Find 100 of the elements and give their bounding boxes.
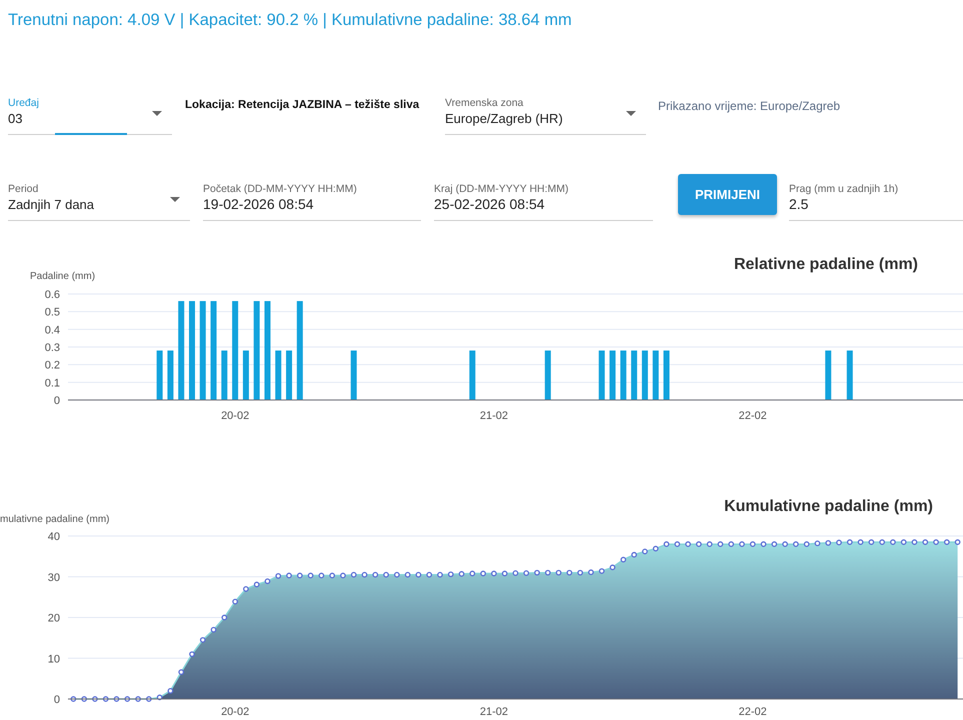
data-point (900, 539, 907, 545)
tick-label: 0.2 (44, 360, 60, 372)
bar (167, 350, 174, 400)
data-point (760, 541, 766, 547)
tick-label: 21-02 (480, 706, 508, 718)
tick-label: 40 (48, 531, 60, 543)
data-point (556, 570, 562, 576)
data-point (114, 696, 120, 702)
data-point (156, 694, 162, 700)
tick-label: 20-02 (221, 410, 250, 422)
data-point (944, 539, 950, 545)
data-point (362, 572, 368, 578)
input-field[interactable]: Kraj (DD-MM-YYYY HH:MM) 25-02-2026 08:54 (434, 181, 653, 221)
data-point (771, 541, 778, 547)
data-point (329, 572, 336, 578)
input-field[interactable]: Početak (DD-MM-YYYY HH:MM) 19-02-2026 08:54 (203, 181, 421, 221)
data-point (232, 598, 238, 604)
data-point (868, 539, 874, 545)
data-point (782, 541, 788, 547)
data-point (642, 548, 648, 554)
tick-label: 20-02 (221, 706, 250, 718)
tick-label: 0.1 (44, 377, 60, 390)
data-point (146, 696, 152, 702)
data-point (545, 570, 551, 576)
tick-label: 0 (54, 694, 60, 706)
bar (620, 350, 626, 400)
caret-icon (170, 197, 180, 202)
data-point (275, 573, 282, 579)
data-point (480, 570, 486, 576)
data-point (912, 539, 918, 545)
bar (652, 350, 659, 400)
tick-label: 22-02 (738, 410, 767, 422)
tick-label: 0 (54, 395, 60, 407)
data-point (372, 572, 378, 578)
bar (846, 350, 853, 400)
caret-icon (152, 111, 162, 116)
bar (598, 350, 605, 400)
select-field[interactable]: Period Zadnjih 7 dana (8, 181, 190, 221)
data-point (222, 614, 228, 620)
data-point (631, 552, 637, 558)
location-label: Lokacija: Retencija JAZBINA – težište sliva (185, 99, 420, 111)
data-point (750, 541, 756, 547)
data-point (168, 688, 174, 694)
data-point (836, 540, 842, 546)
data-point (404, 572, 411, 578)
bar (544, 350, 551, 400)
tick-label: 0.6 (44, 289, 60, 301)
data-point (286, 572, 292, 578)
data-point (135, 696, 141, 702)
data-point (566, 570, 572, 576)
caret-icon (626, 111, 636, 116)
bar (663, 350, 670, 400)
tick-label: 0.5 (44, 306, 60, 319)
data-point (318, 572, 324, 578)
data-point (814, 540, 820, 546)
data-point (598, 568, 605, 574)
data-point (437, 572, 443, 578)
data-point (577, 570, 584, 576)
data-point (178, 669, 184, 675)
data-point (189, 651, 195, 658)
data-point (340, 572, 346, 578)
tick-label: 22-02 (738, 706, 767, 718)
data-point (102, 696, 109, 702)
data-point (610, 564, 616, 570)
data-point (394, 572, 400, 578)
bar (469, 350, 476, 400)
data-point (954, 539, 960, 545)
data-point (588, 569, 594, 576)
data-point (458, 571, 464, 577)
axis-title: mulativne padaline (mm) (0, 514, 110, 525)
data-point (296, 572, 303, 578)
data-point (210, 626, 216, 633)
bar (156, 350, 163, 400)
data-point (620, 556, 626, 562)
bar (642, 350, 648, 400)
data-point (426, 572, 432, 578)
tick-label: 20 (48, 612, 60, 624)
data-point (728, 541, 734, 547)
data-point (81, 696, 88, 702)
input-field[interactable]: Prag (mm u zadnjih 1h) 2.5 (789, 181, 963, 221)
data-point (706, 541, 712, 547)
tick-label: 30 (48, 572, 60, 584)
data-point (890, 539, 896, 545)
axis-title: Padaline (mm) (30, 271, 96, 282)
select-field[interactable]: Vremenska zona Europe/Zagreb (HR) (445, 95, 646, 135)
bar (242, 350, 249, 400)
data-point (264, 578, 270, 584)
data-point (674, 541, 680, 547)
chart-title: Kumulativne padaline (mm) (724, 498, 933, 515)
data-point (243, 586, 249, 592)
data-point (470, 570, 476, 576)
data-point (502, 570, 508, 576)
data-point (652, 546, 659, 552)
data-point (739, 541, 745, 547)
select-field[interactable]: Uređaj 03 (8, 95, 172, 135)
data-point (922, 539, 928, 545)
data-point (879, 539, 885, 545)
data-point (696, 541, 702, 547)
data-point (254, 582, 260, 588)
data-point (512, 570, 518, 576)
